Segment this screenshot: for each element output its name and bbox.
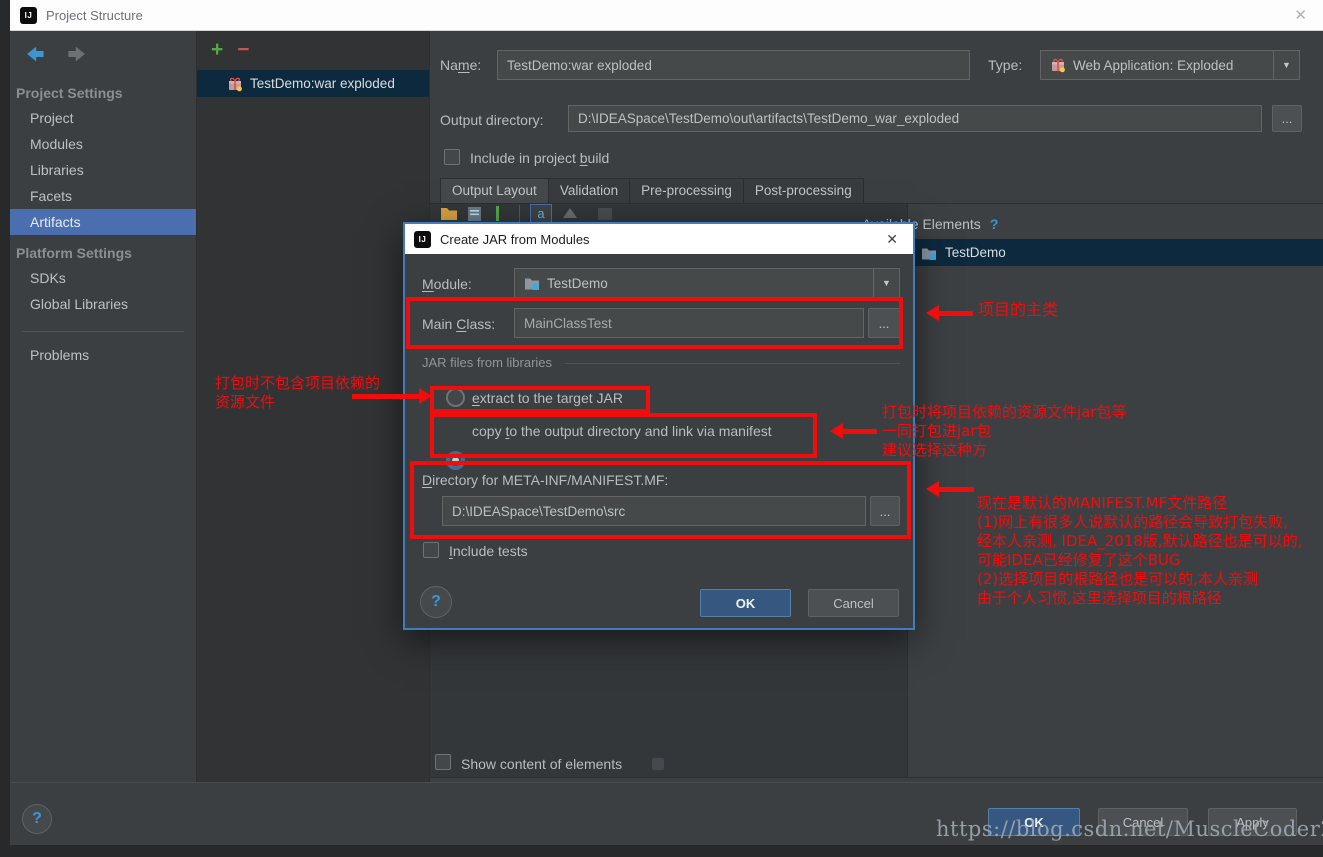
intellij-logo-icon: IJ xyxy=(20,7,37,24)
content-footer-divider xyxy=(430,777,1323,778)
show-content-of-elements-checkbox[interactable] xyxy=(435,754,451,770)
screen: IJ Project Structure ✕ Project Settings … xyxy=(0,0,1323,857)
annotation-arrow-main-class xyxy=(931,311,973,316)
tab-pre-processing[interactable]: Pre-processing xyxy=(629,178,744,204)
remove-artifact-icon[interactable]: − xyxy=(237,42,249,58)
forward-arrow-icon[interactable] xyxy=(66,43,88,65)
annotation-manifest-note: 现在是默认的MANIFEST.MF文件路径 (1)网上有很多人说默认的路径会导致… xyxy=(977,494,1302,608)
artifact-tabs: Output Layout Validation Pre-processing … xyxy=(440,178,863,204)
sidebar-divider xyxy=(22,331,184,332)
tab-post-processing[interactable]: Post-processing xyxy=(743,178,864,204)
background-strip-left xyxy=(0,0,10,857)
module-value: TestDemo xyxy=(547,276,608,291)
tab-validation[interactable]: Validation xyxy=(548,178,630,204)
available-element-row-testdemo[interactable]: TestDemo xyxy=(908,239,1323,266)
highlight-box-manifest-dir xyxy=(410,461,911,539)
show-artifact-id-icon[interactable]: a xyxy=(530,204,552,223)
output-directory-input[interactable]: D:\IDEASpace\TestDemo\out\artifacts\Test… xyxy=(568,105,1262,132)
available-elements-help-icon[interactable]: ? xyxy=(990,216,999,232)
annotation-main-class-note: 项目的主类 xyxy=(978,300,1058,319)
create-directory-folder-icon[interactable] xyxy=(440,206,458,222)
annotation-copy-note: 打包时将项目依赖的资源文件jar包等 一同打包进jar包 建议选择这种方 xyxy=(882,403,1127,460)
type-value: Web Application: Exploded xyxy=(1073,58,1233,73)
back-arrow-icon[interactable] xyxy=(24,43,46,65)
sidebar-item-problems[interactable]: Problems xyxy=(10,342,196,368)
group-separator-line xyxy=(565,363,900,364)
window-titlebar: IJ Project Structure ✕ xyxy=(10,0,1323,31)
artifact-name: TestDemo:war exploded xyxy=(250,76,395,91)
section-header-platform-settings: Platform Settings xyxy=(10,235,196,265)
include-in-project-build-checkbox[interactable] xyxy=(444,149,460,165)
sidebar-item-global-libraries[interactable]: Global Libraries xyxy=(10,291,196,317)
include-tests-checkbox[interactable] xyxy=(423,542,439,558)
annotation-arrow-copy xyxy=(835,429,877,434)
sort-up-icon[interactable] xyxy=(563,208,577,218)
output-directory-browse-button[interactable]: ... xyxy=(1272,105,1302,132)
background-strip-bottom xyxy=(0,845,1323,857)
dialog-help-button[interactable]: ? xyxy=(420,586,452,618)
settings-sidebar: Project Settings Project Modules Librari… xyxy=(10,31,197,782)
type-label: Type: xyxy=(988,57,1022,73)
tab-output-layout[interactable]: Output Layout xyxy=(440,178,549,204)
module-icon xyxy=(921,245,937,261)
annotation-arrow-manifest xyxy=(931,487,974,492)
artifacts-toolbar: + − xyxy=(197,31,429,67)
sidebar-item-sdks[interactable]: SDKs xyxy=(10,265,196,291)
show-content-of-elements-label: Show content of elements xyxy=(461,756,622,772)
module-dropdown-icon[interactable]: ▼ xyxy=(873,269,899,297)
watermark-text: https://blog.csdn.net/MuscleCoder2018 xyxy=(936,817,1323,841)
history-nav xyxy=(10,31,196,75)
create-archive-icon[interactable] xyxy=(467,206,482,222)
name-label: Name: xyxy=(440,57,481,73)
output-directory-label: Output directory: xyxy=(440,112,544,128)
toolbar-misc-icon[interactable] xyxy=(598,208,612,220)
highlight-box-copy-radio xyxy=(430,413,817,458)
sidebar-item-modules[interactable]: Modules xyxy=(10,131,196,157)
dialog-close-icon[interactable]: ✕ xyxy=(880,231,904,248)
highlight-box-extract-radio xyxy=(430,386,650,413)
sidebar-item-artifacts[interactable]: Artifacts xyxy=(10,209,196,235)
sidebar-item-facets[interactable]: Facets xyxy=(10,183,196,209)
add-element-icon[interactable] xyxy=(496,206,499,221)
module-label: Module: xyxy=(422,276,472,292)
highlight-box-main-class xyxy=(406,297,903,349)
type-select[interactable]: Web Application: Exploded ▼ xyxy=(1040,50,1300,80)
module-select[interactable]: TestDemo ▼ xyxy=(514,268,900,298)
annotation-arrow-extract xyxy=(352,394,427,399)
sync-hint-icon xyxy=(652,758,664,770)
dialog-ok-button[interactable]: OK xyxy=(700,589,791,617)
help-button[interactable]: ? xyxy=(22,804,52,834)
section-header-project-settings: Project Settings xyxy=(10,75,196,105)
sidebar-item-project[interactable]: Project xyxy=(10,105,196,131)
include-tests-label: Include tests xyxy=(449,543,528,559)
toolbar-separator xyxy=(519,205,520,222)
web-app-gift-icon xyxy=(1050,57,1066,73)
artifact-gift-icon xyxy=(227,76,243,92)
name-input[interactable]: TestDemo:war exploded xyxy=(497,50,970,80)
intellij-logo-icon: IJ xyxy=(414,231,431,248)
window-close-icon[interactable]: ✕ xyxy=(1288,6,1313,24)
jar-files-group-label: JAR files from libraries xyxy=(422,355,552,370)
annotation-extract-note: 打包时不包含项目依赖的 资源文件 xyxy=(215,374,380,412)
artifact-list-item-selected[interactable]: TestDemo:war exploded xyxy=(197,70,429,97)
create-jar-dialog-titlebar: IJ Create JAR from Modules ✕ xyxy=(405,224,913,254)
dialog-title: Create JAR from Modules xyxy=(440,232,590,247)
sidebar-item-libraries[interactable]: Libraries xyxy=(10,157,196,183)
dialog-cancel-button[interactable]: Cancel xyxy=(808,589,899,617)
module-icon xyxy=(524,275,540,291)
type-dropdown-icon[interactable]: ▼ xyxy=(1273,51,1299,79)
add-artifact-icon[interactable]: + xyxy=(211,41,223,59)
include-in-project-build-label: Include in project build xyxy=(470,150,609,166)
window-title: Project Structure xyxy=(46,8,143,23)
